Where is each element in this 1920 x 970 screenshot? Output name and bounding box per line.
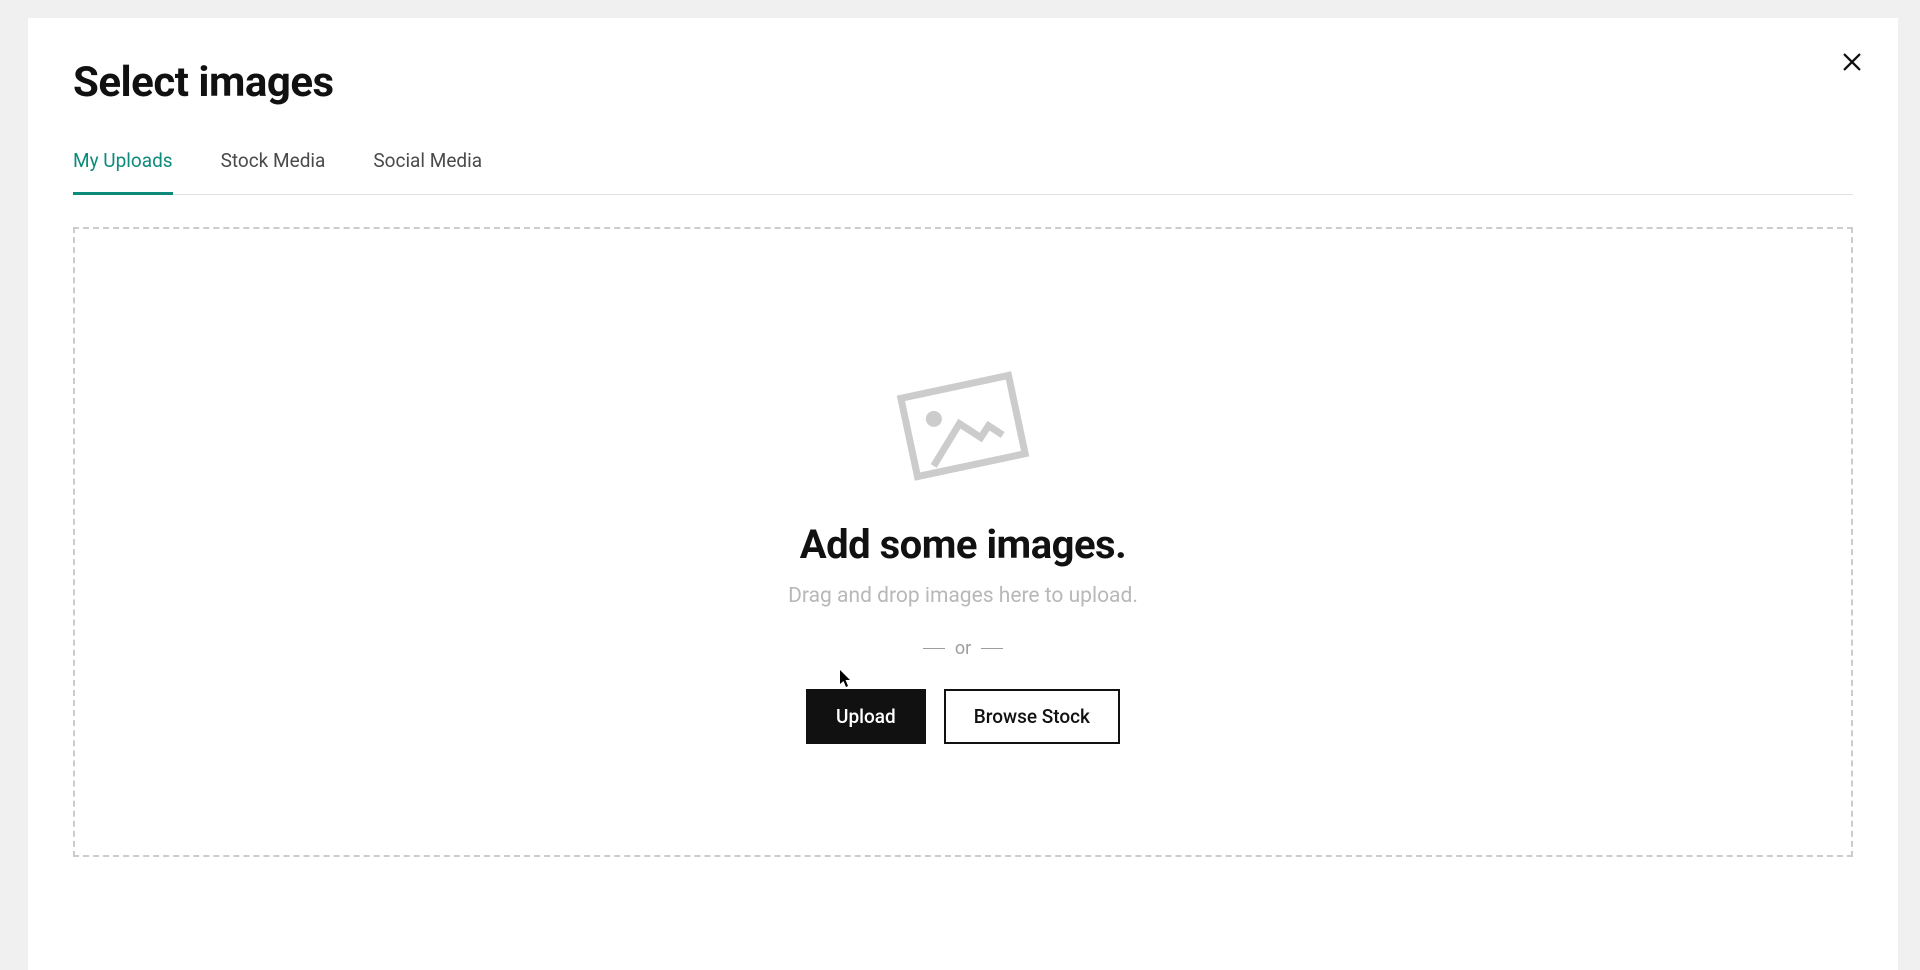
upload-dropzone[interactable]: Add some images. Drag and drop images he… xyxy=(73,227,1853,857)
button-row: Upload Browse Stock xyxy=(806,689,1120,744)
modal-title: Select images xyxy=(73,58,1853,107)
image-placeholder-icon xyxy=(878,341,1048,511)
divider: or xyxy=(923,638,1003,659)
tabs-container: My Uploads Stock Media Social Media xyxy=(73,149,1853,195)
tab-stock-media[interactable]: Stock Media xyxy=(221,149,326,194)
tab-my-uploads[interactable]: My Uploads xyxy=(73,149,173,194)
upload-button[interactable]: Upload xyxy=(806,689,926,744)
select-images-modal: Select images My Uploads Stock Media Soc… xyxy=(28,18,1898,970)
close-icon xyxy=(1841,51,1863,73)
tab-social-media[interactable]: Social Media xyxy=(373,149,482,194)
divider-text: or xyxy=(955,638,971,659)
dropzone-heading: Add some images. xyxy=(800,521,1126,568)
dropzone-subtext: Drag and drop images here to upload. xyxy=(788,584,1138,608)
browse-stock-button[interactable]: Browse Stock xyxy=(944,689,1120,744)
close-button[interactable] xyxy=(1840,50,1864,74)
